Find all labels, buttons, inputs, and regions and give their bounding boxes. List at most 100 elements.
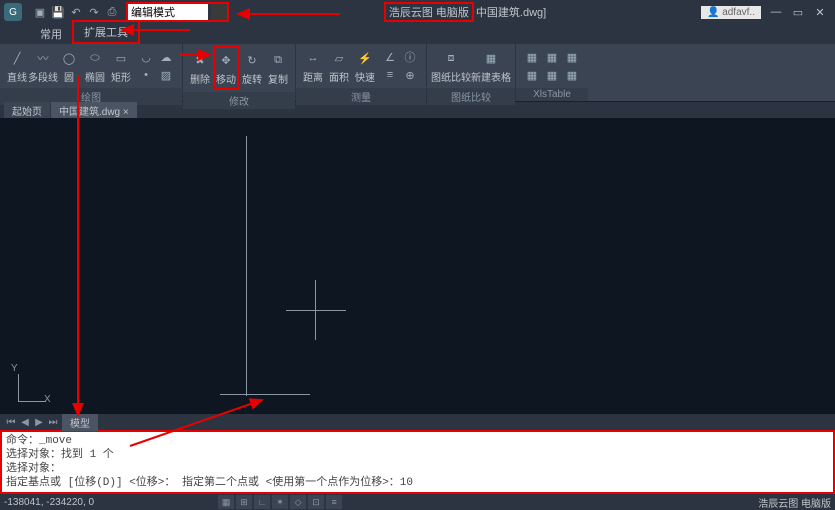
ucs-y-label: Y xyxy=(11,363,18,374)
tool-dwg-compare[interactable]: ⧈图纸比较 xyxy=(431,46,471,86)
cloud-icon[interactable]: ☁ xyxy=(157,49,175,65)
xls-icon-3[interactable]: ▦ xyxy=(563,49,581,65)
tool-move-label: 移动 xyxy=(216,71,236,86)
app-name-1: 浩辰云图 xyxy=(389,7,433,19)
polar-toggle[interactable]: ✶ xyxy=(272,495,288,509)
maximize-button[interactable]: ▭ xyxy=(787,4,809,20)
erase-icon: ✖ xyxy=(190,50,210,70)
tool-quick[interactable]: ⚡快速 xyxy=(352,46,378,86)
window-buttons: — ▭ ✕ xyxy=(765,4,831,20)
tab-common[interactable]: 常用 xyxy=(30,24,72,44)
measure-extra-tools: ∠ ⓘ ≡ ⊕ xyxy=(378,46,422,86)
tool-polyline-label: 多段线 xyxy=(28,69,58,84)
layout-nav-prev[interactable]: ◀ xyxy=(18,417,32,428)
open-icon[interactable]: ▣ xyxy=(32,4,48,20)
tool-rotate-label: 旋转 xyxy=(242,71,262,86)
xls-icon-6[interactable]: ▦ xyxy=(563,67,581,83)
tool-circle[interactable]: ◯圆 xyxy=(56,46,82,86)
ribbon-group-draw: ╱直线 〰多段线 ◯圆 ⬭椭圆 ▭矩形 ◡ ☁ • ▨ 绘图 xyxy=(0,44,183,101)
ribbon-group-measure: ↔距离 ▱面积 ⚡快速 ∠ ⓘ ≡ ⊕ 测量 xyxy=(296,44,427,101)
search-input[interactable] xyxy=(128,4,208,20)
xls-icon-4[interactable]: ▦ xyxy=(523,67,541,83)
draw-extra-tools: ◡ ☁ • ▨ xyxy=(134,46,178,86)
compare-icon: ⧈ xyxy=(441,48,461,68)
undo-icon[interactable]: ↶ xyxy=(68,4,84,20)
tool-rectangle-label: 矩形 xyxy=(111,69,131,84)
tool-distance[interactable]: ↔距离 xyxy=(300,46,326,86)
doctab-current[interactable]: 中国建筑.dwg × xyxy=(51,102,137,119)
cursor-crosshair-h xyxy=(286,310,346,311)
angle-icon[interactable]: ∠ xyxy=(381,49,399,65)
minimize-button[interactable]: — xyxy=(765,4,787,20)
copy-icon: ⧉ xyxy=(268,50,288,70)
hatch-icon[interactable]: ▨ xyxy=(157,67,175,83)
tool-area-label: 面积 xyxy=(329,69,349,84)
save-icon[interactable]: 💾 xyxy=(50,4,66,20)
doctab-close-icon[interactable]: × xyxy=(123,107,129,118)
user-name: adfavf.. xyxy=(722,7,755,18)
layout-nav-first[interactable]: ⏮ xyxy=(4,417,18,428)
ribbon-group-xlstable-title: XlsTable xyxy=(516,88,588,101)
tool-move[interactable]: ✥移动 xyxy=(213,46,239,90)
user-box[interactable]: 👤 adfavf.. xyxy=(701,6,761,19)
osnap-toggle[interactable]: ◇ xyxy=(290,495,306,509)
xls-icon-1[interactable]: ▦ xyxy=(523,49,541,65)
tool-new-table-label: 新建表格 xyxy=(471,69,511,84)
layout-nav-next[interactable]: ▶ xyxy=(32,417,46,428)
cmd-line-4: 指定基点或 [位移(D)] <位移>： 指定第二个点或 <使用第一个点作为位移>… xyxy=(6,476,829,490)
status-toggles: ▦ ⊞ ∟ ✶ ◇ ⊡ ≡ xyxy=(218,495,342,509)
search-dropdown-button[interactable] xyxy=(211,4,227,20)
print-icon[interactable]: ⎙ xyxy=(104,4,120,20)
otrack-toggle[interactable]: ⊡ xyxy=(308,495,324,509)
status-brand: 浩辰云图 电脑版 xyxy=(758,495,831,510)
ortho-toggle[interactable]: ∟ xyxy=(254,495,270,509)
point-icon[interactable]: • xyxy=(137,67,155,83)
list-icon[interactable]: ≡ xyxy=(381,67,399,83)
line-icon: ╱ xyxy=(7,48,27,68)
redo-icon[interactable]: ↷ xyxy=(86,4,102,20)
ribbon-group-modify-title: 修改 xyxy=(183,92,295,109)
xls-icon-2[interactable]: ▦ xyxy=(543,49,561,65)
doctab-current-label: 中国建筑.dwg xyxy=(59,107,120,118)
doctab-start[interactable]: 起始页 xyxy=(4,102,50,119)
layout-nav-last[interactable]: ⏭ xyxy=(46,417,60,428)
layout-tab-model[interactable]: 模型 xyxy=(62,414,98,431)
tool-distance-label: 距离 xyxy=(303,69,323,84)
id-icon[interactable]: ⓘ xyxy=(401,49,419,65)
circle-icon: ◯ xyxy=(59,48,79,68)
coord-icon[interactable]: ⊕ xyxy=(401,67,419,83)
titlebar-right: 👤 adfavf.. — ▭ ✕ xyxy=(701,4,831,20)
tool-polyline[interactable]: 〰多段线 xyxy=(30,46,56,86)
tool-copy[interactable]: ⧉复制 xyxy=(265,46,291,90)
coords-readout: -138041, -234220, 0 xyxy=(4,497,94,508)
app-name-box: 浩辰云图 电脑版 xyxy=(384,2,474,22)
ucs-x-label: X xyxy=(44,394,51,405)
lwt-toggle[interactable]: ≡ xyxy=(326,495,342,509)
grid-toggle[interactable]: ⊞ xyxy=(236,495,252,509)
xls-icon-5[interactable]: ▦ xyxy=(543,67,561,83)
tool-ellipse[interactable]: ⬭椭圆 xyxy=(82,46,108,86)
arc-icon[interactable]: ◡ xyxy=(137,49,155,65)
tool-rectangle[interactable]: ▭矩形 xyxy=(108,46,134,86)
tool-new-table[interactable]: ▦新建表格 xyxy=(471,46,511,86)
ribbon-group-measure-title: 测量 xyxy=(296,88,426,105)
tool-copy-label: 复制 xyxy=(268,71,288,86)
close-button[interactable]: ✕ xyxy=(809,4,831,20)
tool-line[interactable]: ╱直线 xyxy=(4,46,30,86)
app-logo-icon: G xyxy=(4,3,22,21)
drawing-canvas[interactable]: Y X xyxy=(0,118,835,414)
polyline-icon: 〰 xyxy=(33,48,53,68)
snap-toggle[interactable]: ▦ xyxy=(218,495,234,509)
window-title: 浩辰云图 电脑版 中国建筑.dwg] xyxy=(229,2,701,22)
command-line[interactable]: 命令：_move 选择对象：找到 1 个 选择对象： 指定基点或 [位移(D)]… xyxy=(0,430,835,494)
ribbon-group-compare: ⧈图纸比较 ▦新建表格 图纸比较 xyxy=(427,44,516,101)
cmd-line-3: 选择对象： xyxy=(6,462,829,476)
tool-area[interactable]: ▱面积 xyxy=(326,46,352,86)
tool-erase[interactable]: ✖删除 xyxy=(187,46,213,90)
layout-tabs: ⏮ ◀ ▶ ⏭ 模型 xyxy=(0,414,835,430)
tool-rotate[interactable]: ↻旋转 xyxy=(239,46,265,90)
move-icon: ✥ xyxy=(216,50,236,70)
area-icon: ▱ xyxy=(329,48,349,68)
rotate-icon: ↻ xyxy=(242,50,262,70)
tab-extension-tools[interactable]: 扩展工具 xyxy=(72,20,140,44)
